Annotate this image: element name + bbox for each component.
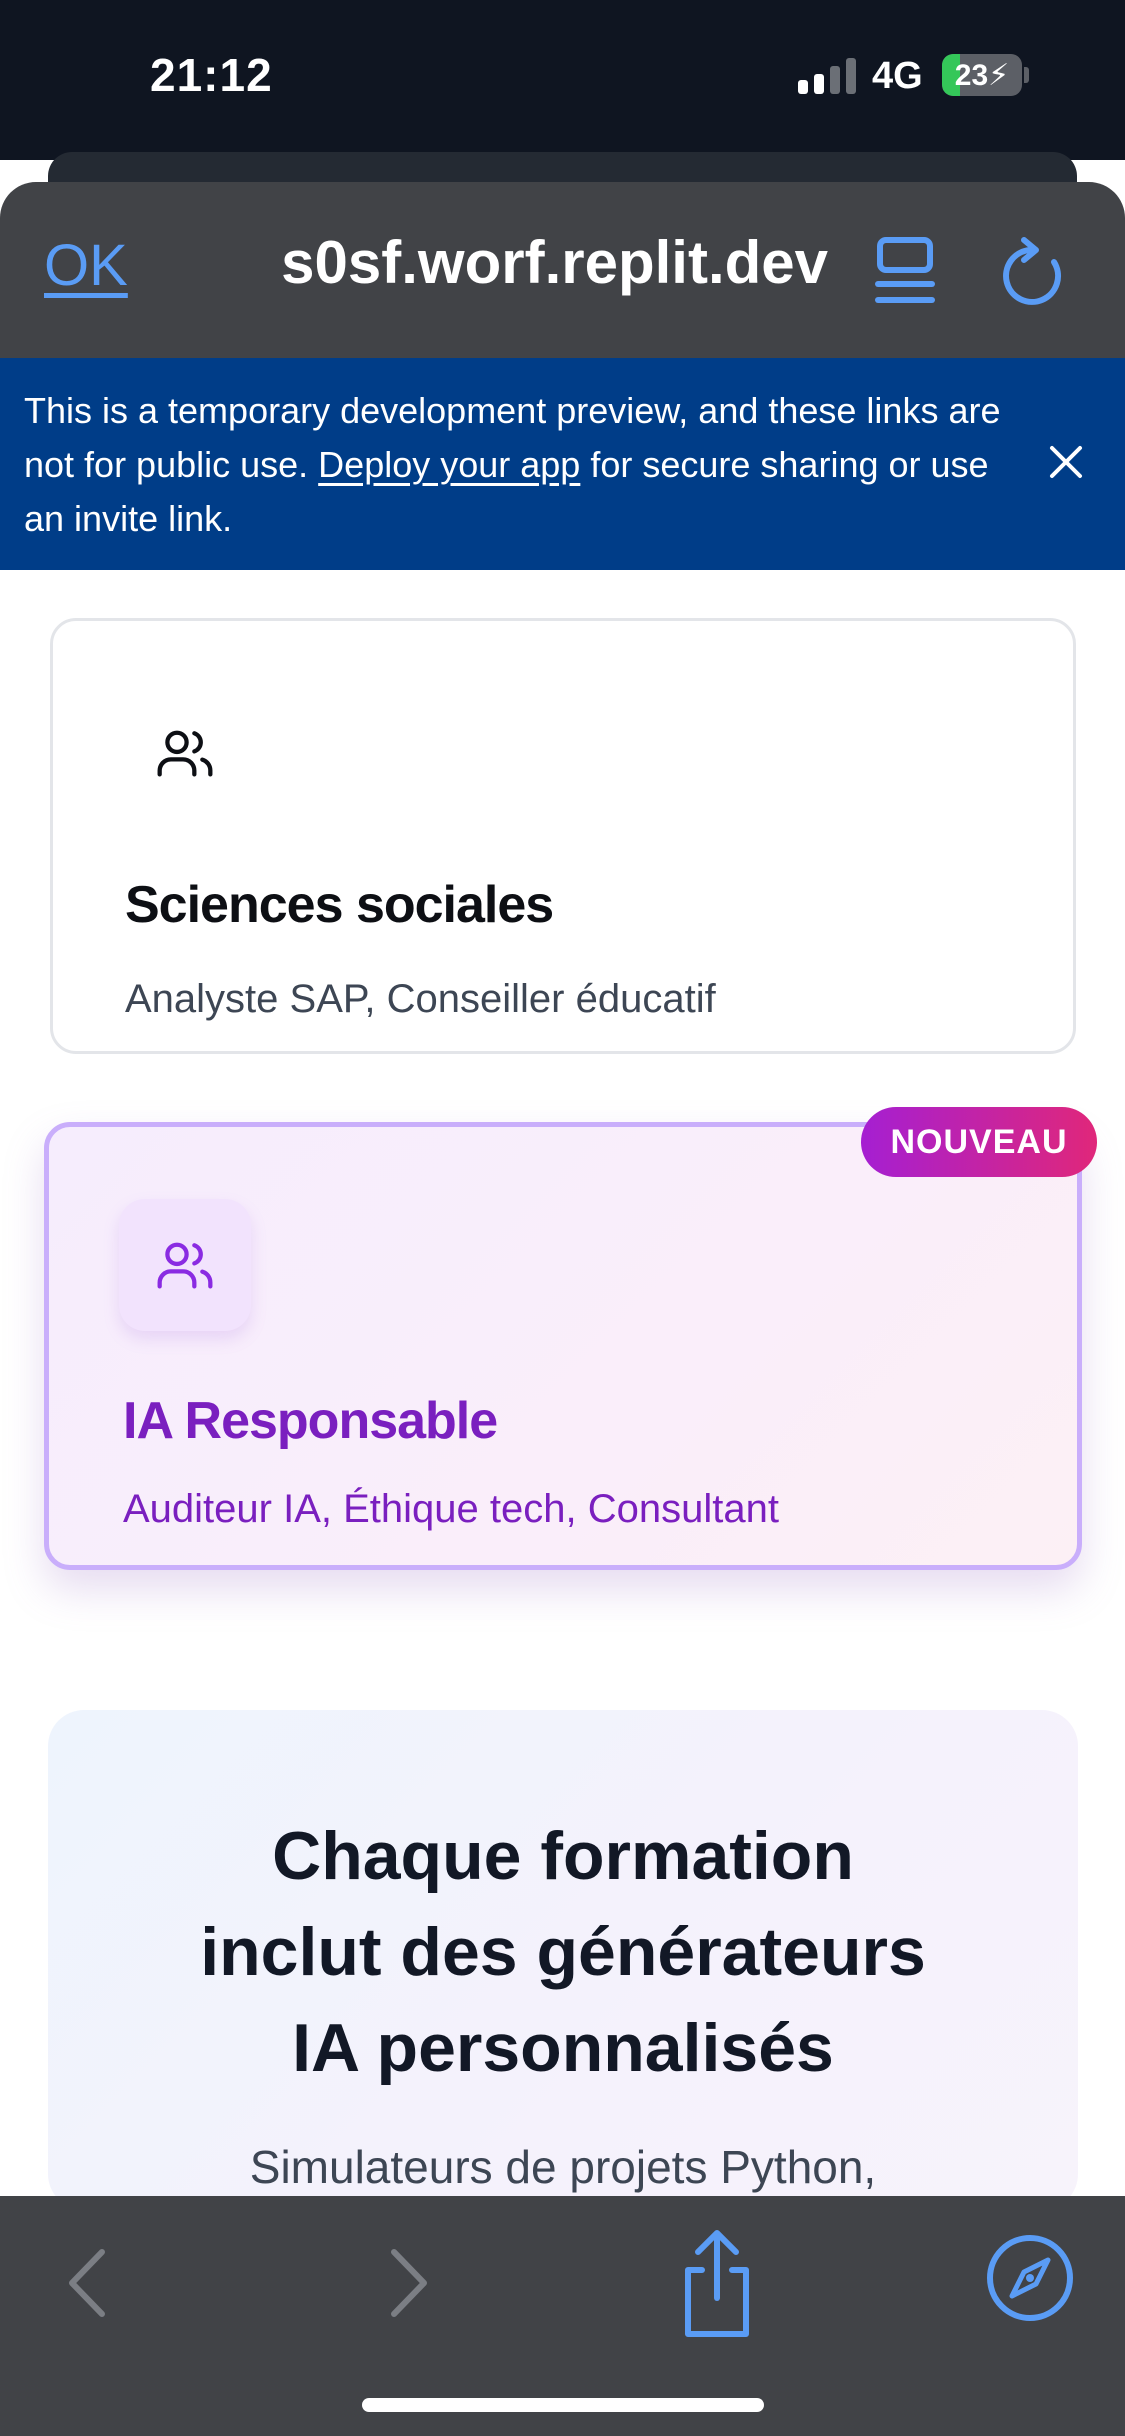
url-fade <box>178 228 218 308</box>
status-time: 21:12 <box>150 49 273 101</box>
feature-title: Chaque formation inclut des générateurs … <box>48 1808 1078 2096</box>
reader-mode-icon[interactable] <box>872 232 938 312</box>
close-icon[interactable] <box>1044 440 1088 484</box>
cellular-signal-icon <box>798 58 856 94</box>
course-card-ia-responsable[interactable]: IA Responsable Auditeur IA, Éthique tech… <box>44 1122 1082 1570</box>
feature-title-line: IA personnalisés <box>292 2010 834 2086</box>
reload-icon[interactable] <box>1000 232 1070 312</box>
network-type: 4G <box>872 55 923 97</box>
battery-cap <box>1024 67 1029 83</box>
users-icon <box>157 1242 213 1289</box>
card-icon-box <box>119 1199 251 1331</box>
compass-icon[interactable] <box>982 2230 1078 2326</box>
feature-title-line: inclut des générateurs <box>200 1914 926 1990</box>
users-icon <box>157 730 213 777</box>
browser-toolbar: OK s0sf.worf.replit.dev <box>0 182 1125 358</box>
url-text: s0sf.worf.replit.dev <box>281 229 828 296</box>
feature-subtitle: Simulateurs de projets Python, <box>249 2141 877 2193</box>
feature-section: Chaque formation inclut des générateurs … <box>48 1710 1078 2210</box>
card-subtitle: Analyste SAP, Conseiller éducatif <box>125 977 716 1021</box>
card-subtitle: Auditeur IA, Éthique tech, Consultant <box>123 1487 779 1531</box>
dev-banner-text: This is a temporary development preview,… <box>24 390 1001 539</box>
back-icon[interactable] <box>58 2238 118 2328</box>
home-indicator[interactable] <box>362 2398 764 2412</box>
dev-preview-banner: This is a temporary development preview,… <box>0 358 1125 570</box>
share-icon[interactable] <box>672 2224 762 2344</box>
address-bar[interactable]: s0sf.worf.replit.dev <box>178 228 828 308</box>
battery-icon: 23⚡ <box>942 54 1022 96</box>
done-button[interactable]: OK <box>44 232 128 299</box>
feature-title-line: Chaque formation <box>272 1818 854 1894</box>
battery-percent: 23⚡ <box>954 59 1010 92</box>
status-bar: 21:12 4G 23⚡ <box>0 0 1125 160</box>
card-title: Sciences sociales <box>125 876 554 934</box>
card-title: IA Responsable <box>123 1392 498 1450</box>
new-badge: NOUVEAU <box>861 1107 1097 1177</box>
deploy-link[interactable]: Deploy your app <box>318 444 580 485</box>
course-card-sciences-sociales[interactable]: Sciences sociales Analyste SAP, Conseill… <box>50 618 1076 1054</box>
forward-icon[interactable] <box>378 2238 438 2328</box>
